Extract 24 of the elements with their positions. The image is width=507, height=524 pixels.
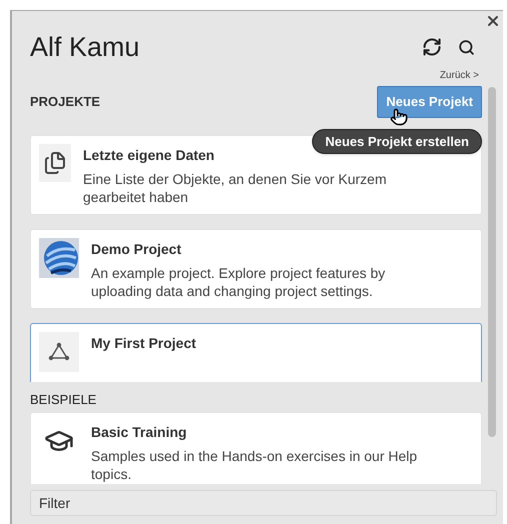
card-title: Demo Project xyxy=(91,240,182,258)
section-heading: BEISPIELE xyxy=(30,390,98,409)
close-button[interactable] xyxy=(485,13,501,29)
search-button[interactable] xyxy=(458,38,475,56)
back-link[interactable]: Zurück > xyxy=(440,68,479,82)
filter-field[interactable]: Filter xyxy=(30,490,497,516)
documents-icon xyxy=(43,150,67,174)
card-title: Letzte eigene Daten xyxy=(83,146,216,164)
refresh-button[interactable] xyxy=(422,37,442,58)
tooltip: Neues Projekt erstellen xyxy=(312,128,482,154)
project-card[interactable]: My First Project xyxy=(30,322,482,382)
card-description: Samples used in the Hands-on exercises in our Help topics. xyxy=(91,447,418,484)
globe-icon xyxy=(39,238,79,278)
project-card[interactable]: Demo Project An example project. Explore project features by uploading data and changing project settings. xyxy=(30,228,482,308)
card-description: Eine Liste der Objekte, an denen Sie vor Kurzem gearbeitet haben xyxy=(83,170,388,206)
window-title: Alf Kamu xyxy=(30,31,141,64)
project-card[interactable]: Basic Training Samples used in the Hands-on exercises in our Help topics. xyxy=(30,412,482,484)
card-description: An example project. Explore project features by uploading data and changing project settings. xyxy=(91,264,386,300)
section-heading: PROJEKTE xyxy=(30,92,100,111)
card-title: My First Project xyxy=(91,334,196,352)
triangle-nodes-icon xyxy=(48,342,70,362)
card-title: Basic Training xyxy=(91,423,188,442)
scrollbar[interactable] xyxy=(488,86,496,436)
hand-cursor-icon xyxy=(390,108,408,126)
